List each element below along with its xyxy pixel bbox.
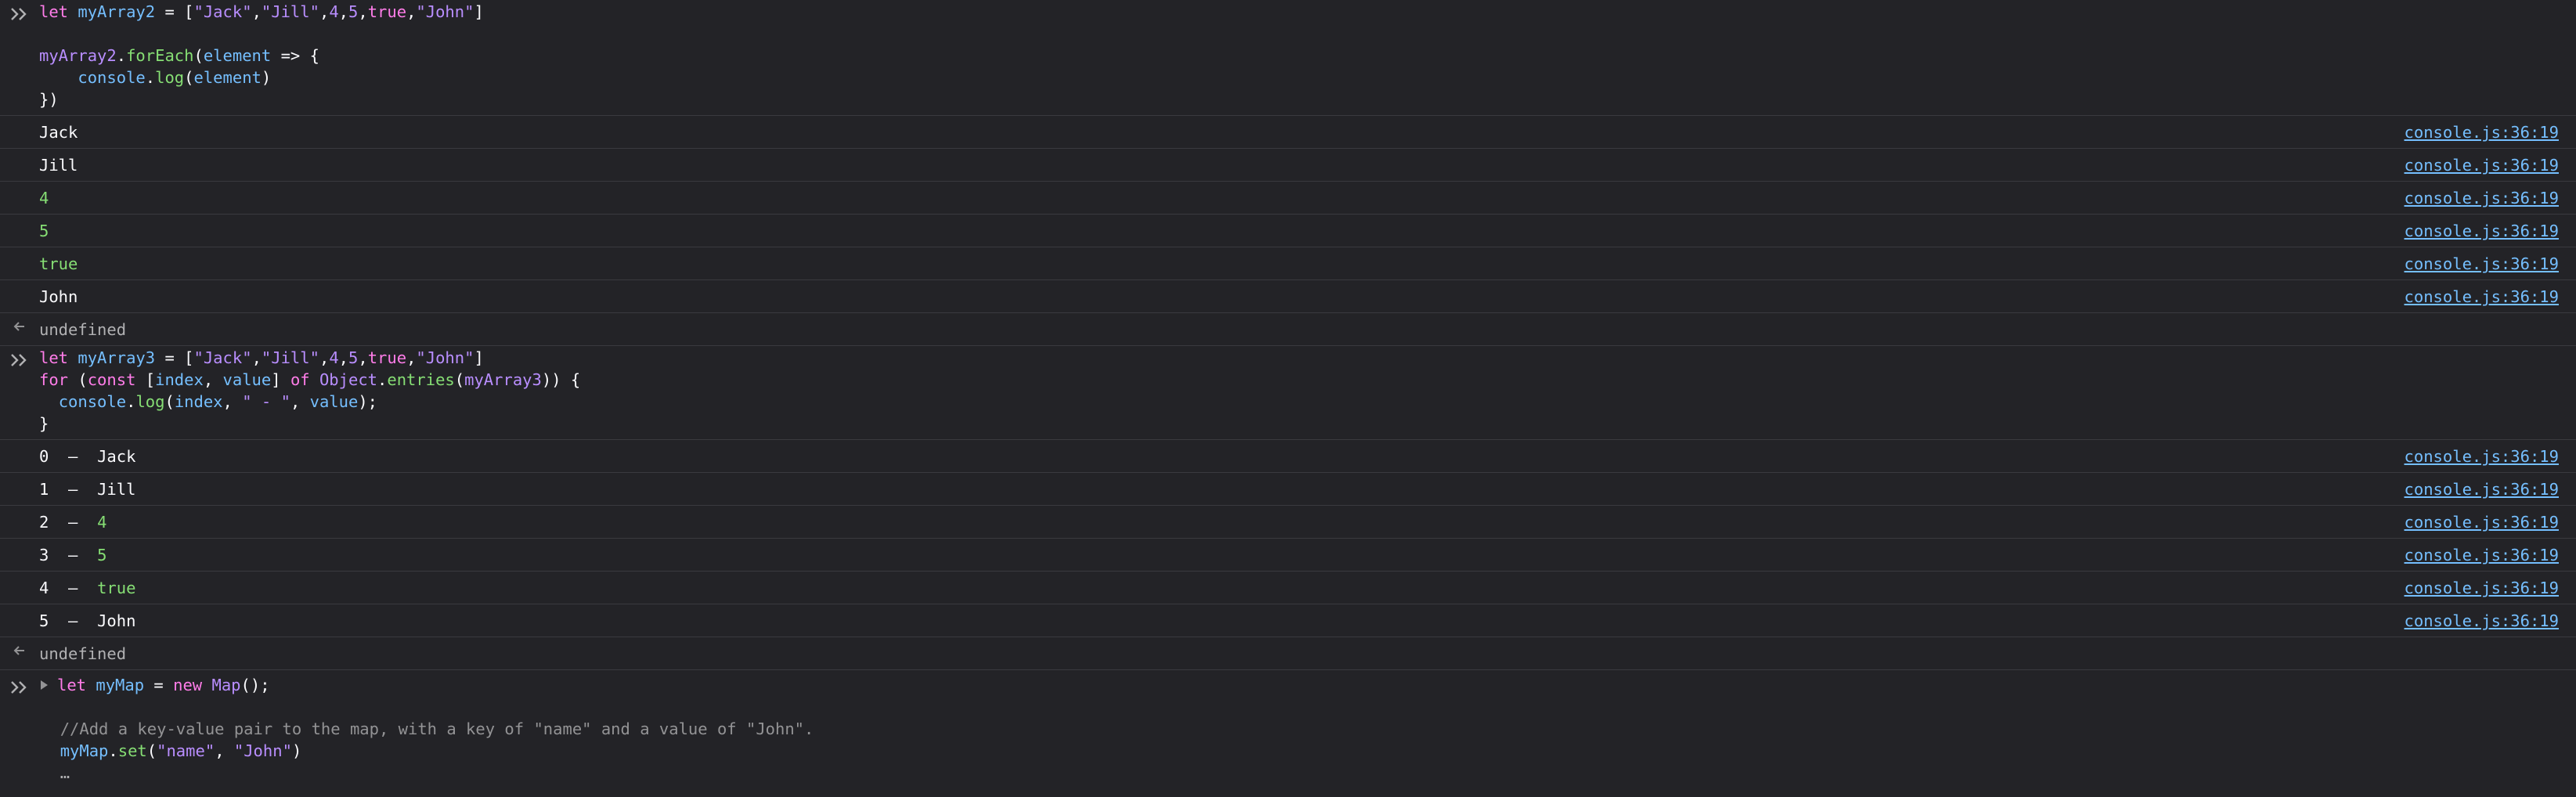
code-block: let myArray3 = ["Jack","Jill",4,5,true,"… <box>39 348 581 433</box>
console-log-row: 5 console.js:36:19 <box>0 215 2576 247</box>
log-message: John <box>39 287 78 306</box>
console-log-row: 4 – true console.js:36:19 <box>0 572 2576 604</box>
result-value: undefined <box>39 644 127 663</box>
console-input-entry[interactable]: let myArray2 = ["Jack","Jill",4,5,true,"… <box>0 0 2576 116</box>
log-message: 5 – John <box>39 611 136 630</box>
source-link[interactable]: console.js:36:19 <box>2405 478 2559 500</box>
console-log-row: 4 console.js:36:19 <box>0 182 2576 215</box>
log-message: 5 <box>39 222 49 240</box>
console-log-row: Jack console.js:36:19 <box>0 116 2576 149</box>
console-log-row: 1 – Jill console.js:36:19 <box>0 473 2576 506</box>
source-link[interactable]: console.js:36:19 <box>2405 445 2559 467</box>
code-block: let myMap = new Map(); //Add a key-value… <box>41 674 814 784</box>
double-chevron-right-icon <box>9 676 33 698</box>
console-input-entry[interactable]: let myArray3 = ["Jack","Jill",4,5,true,"… <box>0 346 2576 440</box>
source-link[interactable]: console.js:36:19 <box>2405 544 2559 566</box>
code-block: let myArray2 = ["Jack","Jill",4,5,true,"… <box>39 2 484 109</box>
source-link[interactable]: console.js:36:19 <box>2405 511 2559 533</box>
console-log-row: John console.js:36:19 <box>0 280 2576 313</box>
triangle-right-icon[interactable] <box>41 680 48 690</box>
log-message: true <box>39 254 78 273</box>
log-message: 2 – 4 <box>39 513 107 532</box>
double-chevron-right-icon <box>9 349 33 371</box>
console-input-entry[interactable]: let myMap = new Map(); //Add a key-value… <box>0 670 2576 795</box>
arrow-left-icon <box>11 318 28 339</box>
source-link[interactable]: console.js:36:19 <box>2405 253 2559 275</box>
log-message: Jack <box>39 123 78 142</box>
log-message: 1 – Jill <box>39 480 136 499</box>
result-value: undefined <box>39 320 127 339</box>
console-log-row: 2 – 4 console.js:36:19 <box>0 506 2576 539</box>
log-message: 0 – Jack <box>39 447 136 466</box>
source-link[interactable]: console.js:36:19 <box>2405 577 2559 599</box>
console-log-row: 3 – 5 console.js:36:19 <box>0 539 2576 572</box>
source-link[interactable]: console.js:36:19 <box>2405 610 2559 632</box>
console-log-row: true console.js:36:19 <box>0 247 2576 280</box>
browser-console: let myArray2 = ["Jack","Jill",4,5,true,"… <box>0 0 2576 797</box>
log-message: Jill <box>39 156 78 175</box>
source-link[interactable]: console.js:36:19 <box>2405 121 2559 143</box>
console-result-row: undefined <box>0 637 2576 670</box>
arrow-left-icon <box>11 642 28 663</box>
log-message: 4 <box>39 189 49 207</box>
log-message: 3 – 5 <box>39 546 107 564</box>
console-log-row: 5 – John console.js:36:19 <box>0 604 2576 637</box>
log-message: 4 – true <box>39 579 136 597</box>
source-link[interactable]: console.js:36:19 <box>2405 286 2559 308</box>
source-link[interactable]: console.js:36:19 <box>2405 220 2559 242</box>
source-link[interactable]: console.js:36:19 <box>2405 154 2559 176</box>
console-log-row: 0 – Jack console.js:36:19 <box>0 440 2576 473</box>
source-link[interactable]: console.js:36:19 <box>2405 187 2559 209</box>
console-result-row: undefined <box>0 313 2576 346</box>
console-log-row: Jill console.js:36:19 <box>0 149 2576 182</box>
double-chevron-right-icon <box>9 3 33 25</box>
